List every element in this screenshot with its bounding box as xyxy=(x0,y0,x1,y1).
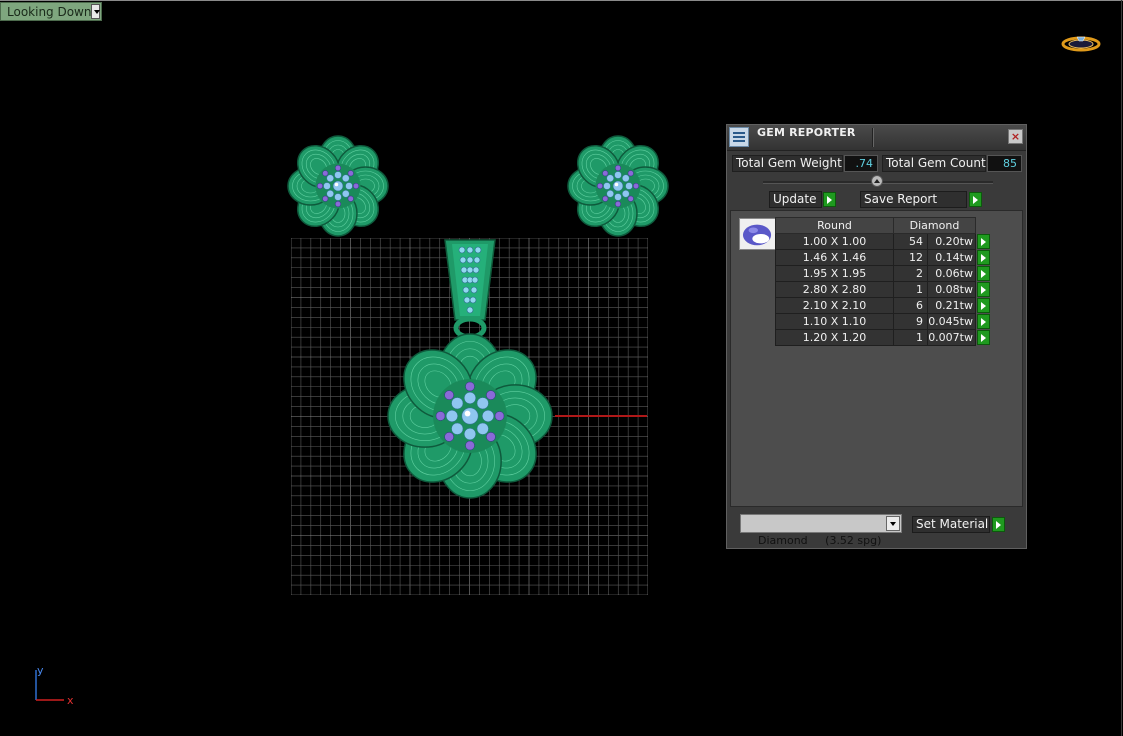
gem-size: 1.46 X 1.46 xyxy=(775,249,894,266)
total-gem-weight-label: Total Gem Weight xyxy=(732,155,843,172)
row-go-button[interactable] xyxy=(977,233,990,249)
row-go-button[interactable] xyxy=(977,329,990,345)
total-gem-weight-value: .74 xyxy=(844,155,878,172)
gem-count: 9 xyxy=(893,313,928,330)
gem-count: 2 xyxy=(893,265,928,282)
table-row[interactable]: 1.10 X 1.10 9 0.045tw xyxy=(775,313,992,330)
axis-y-label: y xyxy=(37,664,44,677)
gem-size: 1.00 X 1.00 xyxy=(775,233,894,250)
x-axis-line xyxy=(555,415,647,417)
update-go-button[interactable] xyxy=(823,192,836,207)
row-go-button[interactable] xyxy=(977,265,990,281)
ring-logo-icon[interactable] xyxy=(1060,33,1102,55)
save-report-button[interactable]: Save Report xyxy=(860,191,967,208)
close-button[interactable]: × xyxy=(1008,129,1023,144)
column-header-material[interactable]: Diamond xyxy=(893,217,976,234)
row-go-button[interactable] xyxy=(977,281,990,297)
total-gem-count-value: 85 xyxy=(987,155,1022,172)
viewport-border-right xyxy=(1121,0,1122,736)
table-row[interactable]: 1.00 X 1.00 54 0.20tw xyxy=(775,233,992,250)
view-mode-dropdown[interactable]: Looking Down xyxy=(0,2,102,21)
axis-gizmo: y x xyxy=(35,664,74,706)
gem-count: 54 xyxy=(893,233,928,250)
table-row[interactable]: 1.95 X 1.95 2 0.06tw xyxy=(775,265,992,282)
view-mode-label: Looking Down xyxy=(7,4,92,19)
gem-weight: 0.08tw xyxy=(927,281,976,298)
gem-reporter-icon xyxy=(729,127,749,147)
panel-title: GEM REPORTER xyxy=(757,126,856,139)
material-select[interactable]: Diamond (3.52 spg) xyxy=(740,514,902,547)
material-select-value: Diamond (3.52 spg) xyxy=(758,534,882,547)
save-report-go-button[interactable] xyxy=(969,192,982,207)
set-material-button[interactable]: Set Material xyxy=(912,516,990,533)
gem-count: 6 xyxy=(893,297,928,314)
gem-table: Round Diamond 1.00 X 1.00 54 0.20tw 1.46… xyxy=(775,217,992,346)
table-row[interactable]: 2.80 X 2.80 1 0.08tw xyxy=(775,281,992,298)
panel-titlebar[interactable]: GEM REPORTER × xyxy=(727,125,1026,151)
set-material-go-button[interactable] xyxy=(992,517,1005,532)
gem-size: 1.20 X 1.20 xyxy=(775,329,894,346)
slider-handle[interactable] xyxy=(871,175,883,187)
table-row[interactable]: 2.10 X 2.10 6 0.21tw xyxy=(775,297,992,314)
gem-weight: 0.14tw xyxy=(927,249,976,266)
gem-size: 1.10 X 1.10 xyxy=(775,313,894,330)
gem-size: 2.10 X 2.10 xyxy=(775,297,894,314)
total-gem-count-label: Total Gem Count xyxy=(882,155,986,172)
gem-count: 12 xyxy=(893,249,928,266)
update-button[interactable]: Update xyxy=(769,191,822,208)
row-go-button[interactable] xyxy=(977,313,990,329)
gem-count: 1 xyxy=(893,329,928,346)
table-row[interactable]: 1.20 X 1.20 1 0.007tw xyxy=(775,329,992,346)
right-earring-model[interactable] xyxy=(558,126,678,246)
gem-weight: 0.21tw xyxy=(927,297,976,314)
gem-weight: 0.045tw xyxy=(927,313,976,330)
gem-table-area: Round Diamond 1.00 X 1.00 54 0.20tw 1.46… xyxy=(730,210,1023,507)
table-row[interactable]: 1.46 X 1.46 12 0.14tw xyxy=(775,249,992,266)
gem-weight: 0.007tw xyxy=(927,329,976,346)
gem-size: 2.80 X 2.80 xyxy=(775,281,894,298)
row-go-button[interactable] xyxy=(977,249,990,265)
row-go-button[interactable] xyxy=(977,297,990,313)
left-earring-model[interactable] xyxy=(278,126,398,246)
viewport-border xyxy=(0,0,1123,1)
gem-size: 1.95 X 1.95 xyxy=(775,265,894,282)
column-header-shape[interactable]: Round xyxy=(775,217,894,234)
chevron-down-icon[interactable] xyxy=(886,516,900,531)
axis-x-label: x xyxy=(67,694,74,706)
gem-reporter-panel: GEM REPORTER × Total Gem Weight .74 Tota… xyxy=(726,124,1027,549)
gem-count: 1 xyxy=(893,281,928,298)
round-gem-icon[interactable] xyxy=(739,218,776,250)
gem-weight: 0.20tw xyxy=(927,233,976,250)
title-divider xyxy=(872,128,874,147)
pendant-flower-model[interactable] xyxy=(380,328,560,508)
chevron-down-icon[interactable] xyxy=(91,4,100,19)
gem-weight: 0.06tw xyxy=(927,265,976,282)
